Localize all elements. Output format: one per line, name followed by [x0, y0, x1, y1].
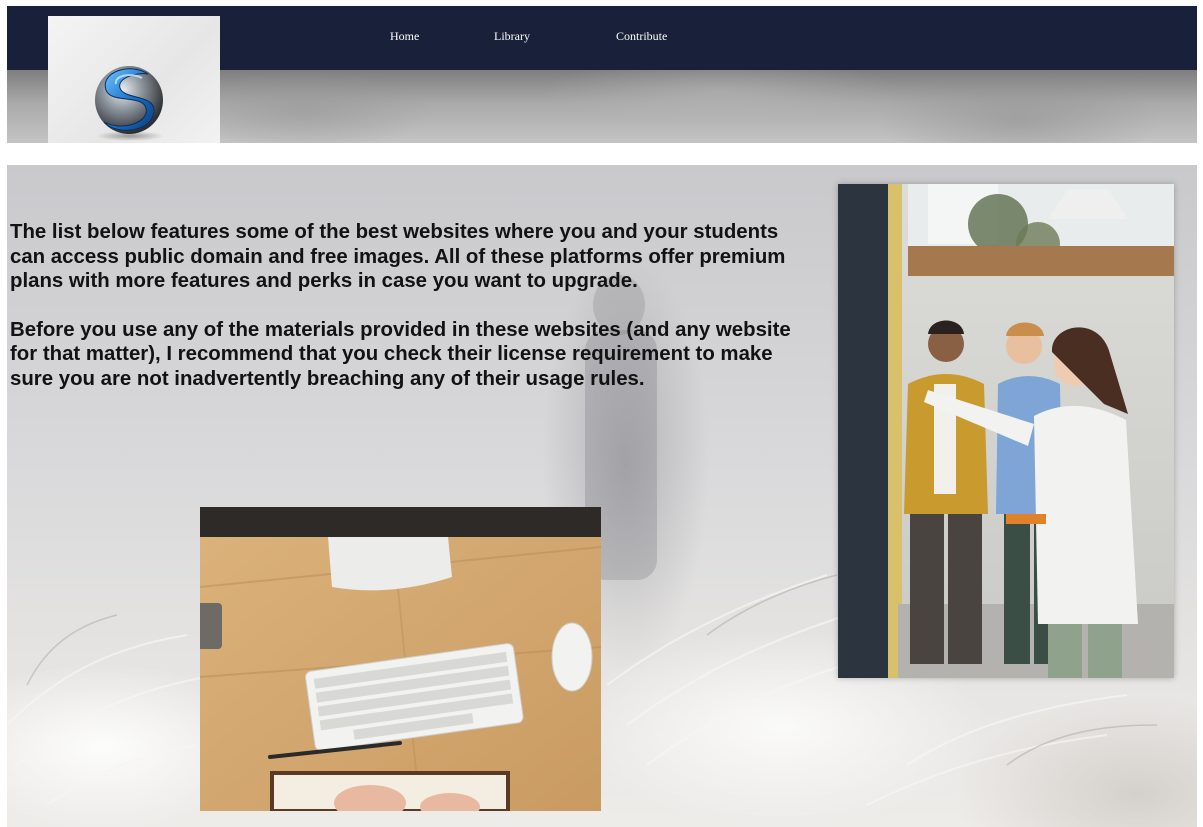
nav-link-library[interactable]: Library	[494, 29, 616, 44]
classroom-photo	[838, 184, 1174, 678]
main-nav: Home Library Contribute	[390, 29, 706, 44]
main-content: The list below features some of the best…	[7, 165, 1197, 827]
site-header: Home Library Contribute	[7, 6, 1197, 143]
nav-link-home[interactable]: Home	[390, 29, 494, 44]
desk-keyboard-photo	[200, 507, 601, 811]
license-paragraph: Before you use any of the materials prov…	[10, 318, 791, 390]
nav-link-contribute[interactable]: Contribute	[616, 29, 706, 44]
s-globe-logo-icon	[95, 66, 164, 141]
site-logo[interactable]	[48, 16, 220, 143]
intro-paragraph: The list below features some of the best…	[10, 221, 786, 292]
intro-text: The list below features some of the best…	[10, 220, 810, 415]
